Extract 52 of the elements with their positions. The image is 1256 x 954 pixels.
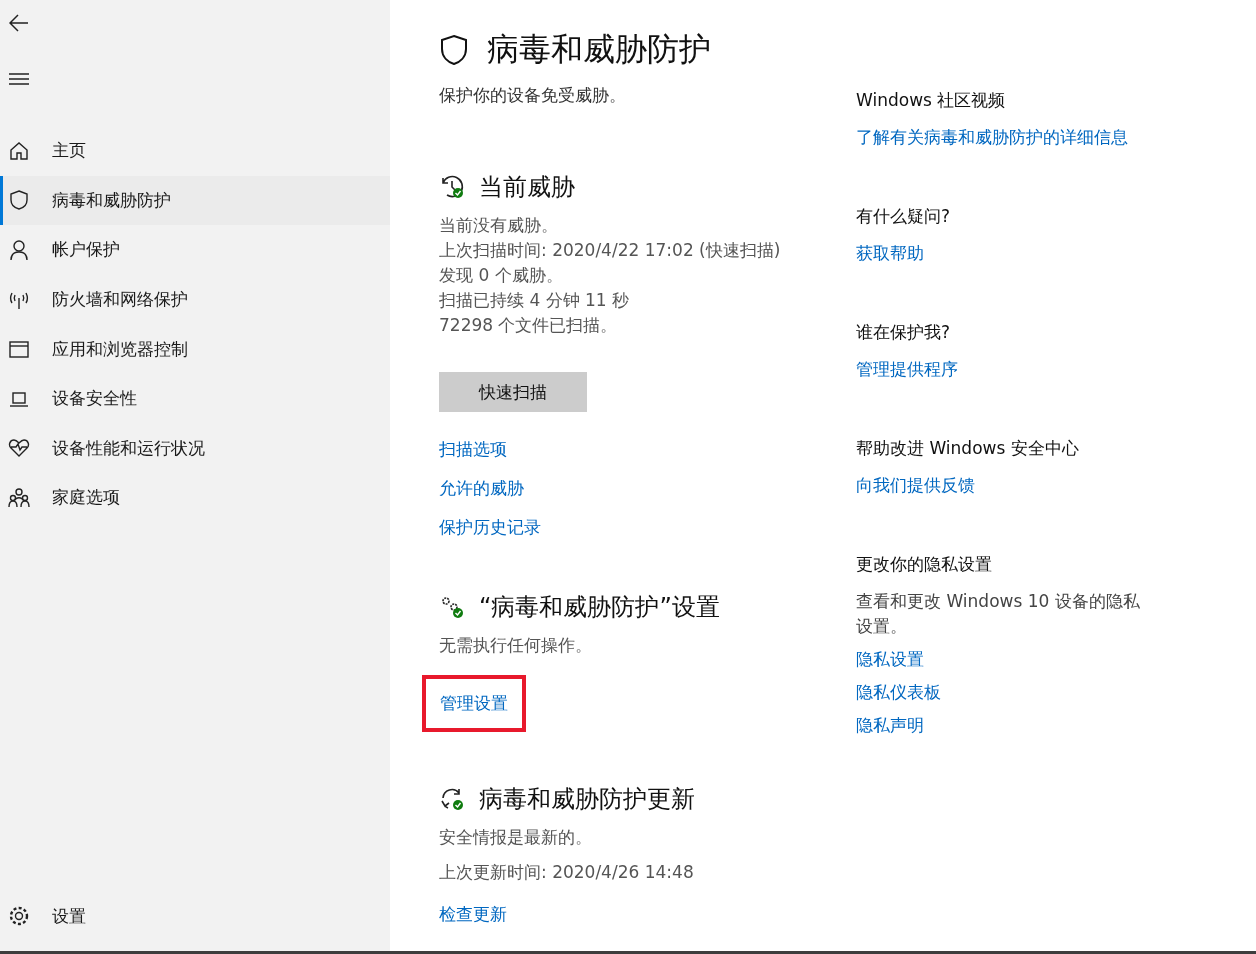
person-icon — [8, 239, 30, 261]
link[interactable]: 管理设置 — [422, 675, 526, 732]
link[interactable]: 隐私声明 — [856, 713, 924, 738]
sidebar-item[interactable]: 帐户保护 — [0, 225, 390, 275]
status-text: 扫描已持续 4 分钟 11 秒 — [439, 289, 630, 312]
group-description: 查看和更改 Windows 10 设备的隐私设置。 — [856, 590, 1141, 638]
link[interactable]: 隐私仪表板 — [856, 680, 941, 705]
page-subtitle: 保护你的设备免受威胁。 — [439, 84, 627, 107]
link[interactable]: 获取帮助 — [856, 241, 924, 266]
refresh-check-icon — [439, 786, 465, 812]
family-icon — [8, 486, 30, 509]
group-heading: 更改你的隐私设置 — [856, 553, 992, 576]
link[interactable]: 向我们提供反馈 — [856, 473, 975, 498]
sidebar-item[interactable]: 应用和浏览器控制 — [0, 324, 390, 374]
back-button[interactable] — [8, 12, 30, 34]
link[interactable]: 保护历史记录 — [439, 515, 541, 540]
group-heading: 有什么疑问? — [856, 205, 951, 228]
status-text: 无需执行任何操作。 — [439, 634, 592, 657]
group-heading: 帮助改进 Windows 安全中心 — [856, 437, 1079, 460]
status-text: 72298 个文件已扫描。 — [439, 314, 618, 337]
link[interactable]: 检查更新 — [439, 902, 507, 927]
link[interactable]: 允许的威胁 — [439, 476, 524, 501]
section-heading: 病毒和威胁防护更新 — [479, 784, 695, 815]
section-heading: “病毒和威胁防护”设置 — [479, 592, 720, 623]
section-heading: 当前威胁 — [479, 172, 575, 203]
group-heading: 谁在保护我? — [856, 321, 951, 344]
status-text: 安全情报是最新的。 — [439, 826, 592, 849]
sidebar-item[interactable]: 设备性能和运行状况 — [0, 423, 390, 474]
group-heading: Windows 社区视频 — [856, 89, 1006, 112]
sidebar-item[interactable]: 设备安全性 — [0, 373, 390, 424]
settings-icon — [8, 905, 30, 928]
status-text: 发现 0 个威胁。 — [439, 264, 563, 287]
page-title: 病毒和威胁防护 — [487, 29, 711, 70]
settings-item[interactable]: 设置 — [0, 891, 390, 941]
status-text: 上次扫描时间: 2020/4/22 17:02 (快速扫描) — [439, 239, 781, 262]
shield-icon — [8, 189, 30, 212]
home-icon — [8, 139, 30, 162]
link[interactable]: 管理提供程序 — [856, 357, 958, 382]
sidebar-item[interactable]: 家庭选项 — [0, 473, 390, 523]
gears-check-icon — [439, 594, 465, 620]
status-text: 上次更新时间: 2020/4/26 14:48 — [439, 861, 694, 884]
link[interactable]: 了解有关病毒和威胁防护的详细信息 — [856, 125, 1128, 150]
link[interactable]: 扫描选项 — [439, 437, 507, 462]
status-text: 当前没有威胁。 — [439, 214, 558, 237]
quick-scan-button[interactable]: 快速扫描 — [439, 372, 587, 412]
window-icon — [8, 338, 30, 361]
clock-check-icon — [439, 174, 465, 200]
sidebar-item[interactable]: 病毒和威胁防护 — [0, 175, 390, 226]
shield-icon — [439, 34, 469, 66]
sidebar-item[interactable]: 主页 — [0, 126, 390, 176]
sidebar-item[interactable]: 防火墙和网络保护 — [0, 274, 390, 325]
link[interactable]: 隐私设置 — [856, 647, 924, 672]
